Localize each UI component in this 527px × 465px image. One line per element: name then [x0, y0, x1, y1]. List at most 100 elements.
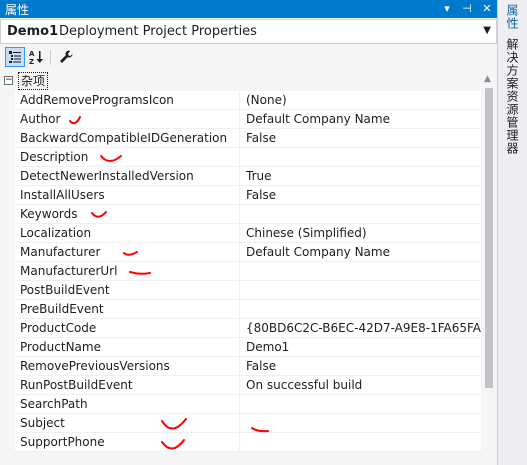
- title-bar-buttons: ▾ ⊣ ✕: [441, 1, 493, 17]
- row-gutter: [0, 414, 15, 433]
- property-name[interactable]: Localization: [15, 224, 240, 243]
- property-name[interactable]: PostBuildEvent: [15, 281, 240, 300]
- property-value[interactable]: True: [240, 167, 481, 186]
- property-row[interactable]: BackwardCompatibleIDGeneration False: [0, 129, 481, 148]
- toolbar-separator: [50, 50, 51, 65]
- property-value[interactable]: False: [240, 129, 481, 148]
- property-name[interactable]: Description: [15, 148, 240, 167]
- auto-hide-pin-icon[interactable]: ⊣: [461, 1, 473, 17]
- property-name[interactable]: InstallAllUsers: [15, 186, 240, 205]
- properties-panel: 属性 ▾ ⊣ ✕ Demo1 Deployment Project Proper…: [0, 0, 498, 465]
- property-row[interactable]: InstallAllUsers False: [0, 186, 481, 205]
- property-row[interactable]: ManufacturerUrl: [0, 262, 481, 281]
- property-name[interactable]: Subject: [15, 414, 240, 433]
- alphabetical-button[interactable]: A Z: [27, 47, 47, 67]
- property-value[interactable]: Default Company Name: [240, 110, 481, 129]
- property-pages-button[interactable]: [56, 47, 76, 67]
- property-value[interactable]: {80BD6C2C-B6EC-42D7-A9E8-1FA65FA7D: [240, 319, 481, 338]
- object-name: Demo1: [7, 24, 59, 39]
- window-position-dropdown-icon[interactable]: ▾: [441, 1, 453, 17]
- vertical-scrollbar[interactable]: ▲: [481, 72, 497, 465]
- property-name[interactable]: RunPostBuildEvent: [15, 376, 240, 395]
- property-name[interactable]: SearchPath: [15, 395, 240, 414]
- property-row[interactable]: AddRemoveProgramsIcon (None): [0, 91, 481, 110]
- property-row[interactable]: ProductCode {80BD6C2C-B6EC-42D7-A9E8-1FA6…: [0, 319, 481, 338]
- property-value[interactable]: Default Company Name: [240, 243, 481, 262]
- property-value[interactable]: (None): [240, 91, 481, 110]
- property-value[interactable]: [240, 281, 481, 300]
- row-gutter: [0, 357, 15, 376]
- row-gutter: [0, 186, 15, 205]
- row-gutter: [0, 433, 15, 452]
- collapse-icon[interactable]: −: [4, 76, 13, 85]
- property-row[interactable]: PostBuildEvent: [0, 281, 481, 300]
- property-value[interactable]: False: [240, 186, 481, 205]
- property-value[interactable]: On successful build: [240, 376, 481, 395]
- row-gutter: [0, 243, 15, 262]
- property-row[interactable]: Author Default Company Name: [0, 110, 481, 129]
- property-row[interactable]: SupportPhone: [0, 433, 481, 452]
- object-type: Deployment Project Properties: [59, 24, 257, 39]
- property-name[interactable]: ProductCode: [15, 319, 240, 338]
- property-value[interactable]: [240, 148, 481, 167]
- svg-text:A: A: [29, 50, 35, 58]
- row-gutter: [0, 262, 15, 281]
- property-value[interactable]: [240, 205, 481, 224]
- panel-title-bar: 属性 ▾ ⊣ ✕: [0, 0, 497, 18]
- property-name[interactable]: Keywords: [15, 205, 240, 224]
- property-row[interactable]: DetectNewerInstalledVersion True: [0, 167, 481, 186]
- property-value[interactable]: Chinese (Simplified): [240, 224, 481, 243]
- property-name[interactable]: AddRemoveProgramsIcon: [15, 91, 240, 110]
- property-value[interactable]: [240, 395, 481, 414]
- object-selector[interactable]: Demo1 Deployment Project Properties ▼: [0, 19, 497, 44]
- property-name[interactable]: ManufacturerUrl: [15, 262, 240, 281]
- property-row[interactable]: SearchPath: [0, 395, 481, 414]
- svg-text:Z: Z: [29, 58, 34, 65]
- property-name[interactable]: BackwardCompatibleIDGeneration: [15, 129, 240, 148]
- property-row[interactable]: Subject: [0, 414, 481, 433]
- row-gutter: [0, 376, 15, 395]
- property-name[interactable]: Author: [15, 110, 240, 129]
- property-name[interactable]: ProductName: [15, 338, 240, 357]
- property-row[interactable]: Description: [0, 148, 481, 167]
- property-name[interactable]: Manufacturer: [15, 243, 240, 262]
- property-row[interactable]: Keywords: [0, 205, 481, 224]
- row-gutter: [0, 167, 15, 186]
- property-value[interactable]: [240, 300, 481, 319]
- property-grid: − 杂项 AddRemoveProgramsIcon (None) Author De…: [0, 72, 481, 465]
- property-name[interactable]: PreBuildEvent: [15, 300, 240, 319]
- property-row[interactable]: ProductName Demo1: [0, 338, 481, 357]
- property-name[interactable]: RemovePreviousVersions: [15, 357, 240, 376]
- property-value[interactable]: [240, 414, 481, 433]
- property-row[interactable]: RemovePreviousVersions False: [0, 357, 481, 376]
- property-value[interactable]: Demo1: [240, 338, 481, 357]
- categorized-button[interactable]: [5, 47, 25, 67]
- property-value[interactable]: [240, 433, 481, 452]
- property-row[interactable]: Localization Chinese (Simplified): [0, 224, 481, 243]
- category-label: 杂项: [18, 72, 49, 90]
- property-name[interactable]: SupportPhone: [15, 433, 240, 452]
- close-icon[interactable]: ✕: [481, 1, 493, 17]
- scroll-up-icon[interactable]: ▲: [484, 74, 491, 84]
- row-gutter: [0, 91, 15, 110]
- row-gutter: [0, 148, 15, 167]
- chevron-down-icon[interactable]: ▼: [483, 25, 491, 36]
- properties-toolbar: A Z: [0, 45, 497, 70]
- side-tab-strip: 属性 解决方案资源管理器: [498, 0, 527, 465]
- property-row[interactable]: Manufacturer Default Company Name: [0, 243, 481, 262]
- property-row[interactable]: PreBuildEvent: [0, 300, 481, 319]
- category-row-misc[interactable]: − 杂项: [0, 72, 481, 90]
- property-name[interactable]: DetectNewerInstalledVersion: [15, 167, 240, 186]
- row-gutter: [0, 205, 15, 224]
- panel-title: 属性: [5, 3, 30, 17]
- scrollbar-thumb[interactable]: [485, 88, 493, 388]
- row-gutter: [0, 338, 15, 357]
- tab-properties[interactable]: 属性: [504, 4, 521, 30]
- property-value[interactable]: False: [240, 357, 481, 376]
- row-gutter: [0, 395, 15, 414]
- row-gutter: [0, 224, 15, 243]
- row-gutter: [0, 110, 15, 129]
- property-row[interactable]: RunPostBuildEvent On successful build: [0, 376, 481, 395]
- tab-solution-explorer[interactable]: 解决方案资源管理器: [504, 38, 521, 155]
- property-value[interactable]: [240, 262, 481, 281]
